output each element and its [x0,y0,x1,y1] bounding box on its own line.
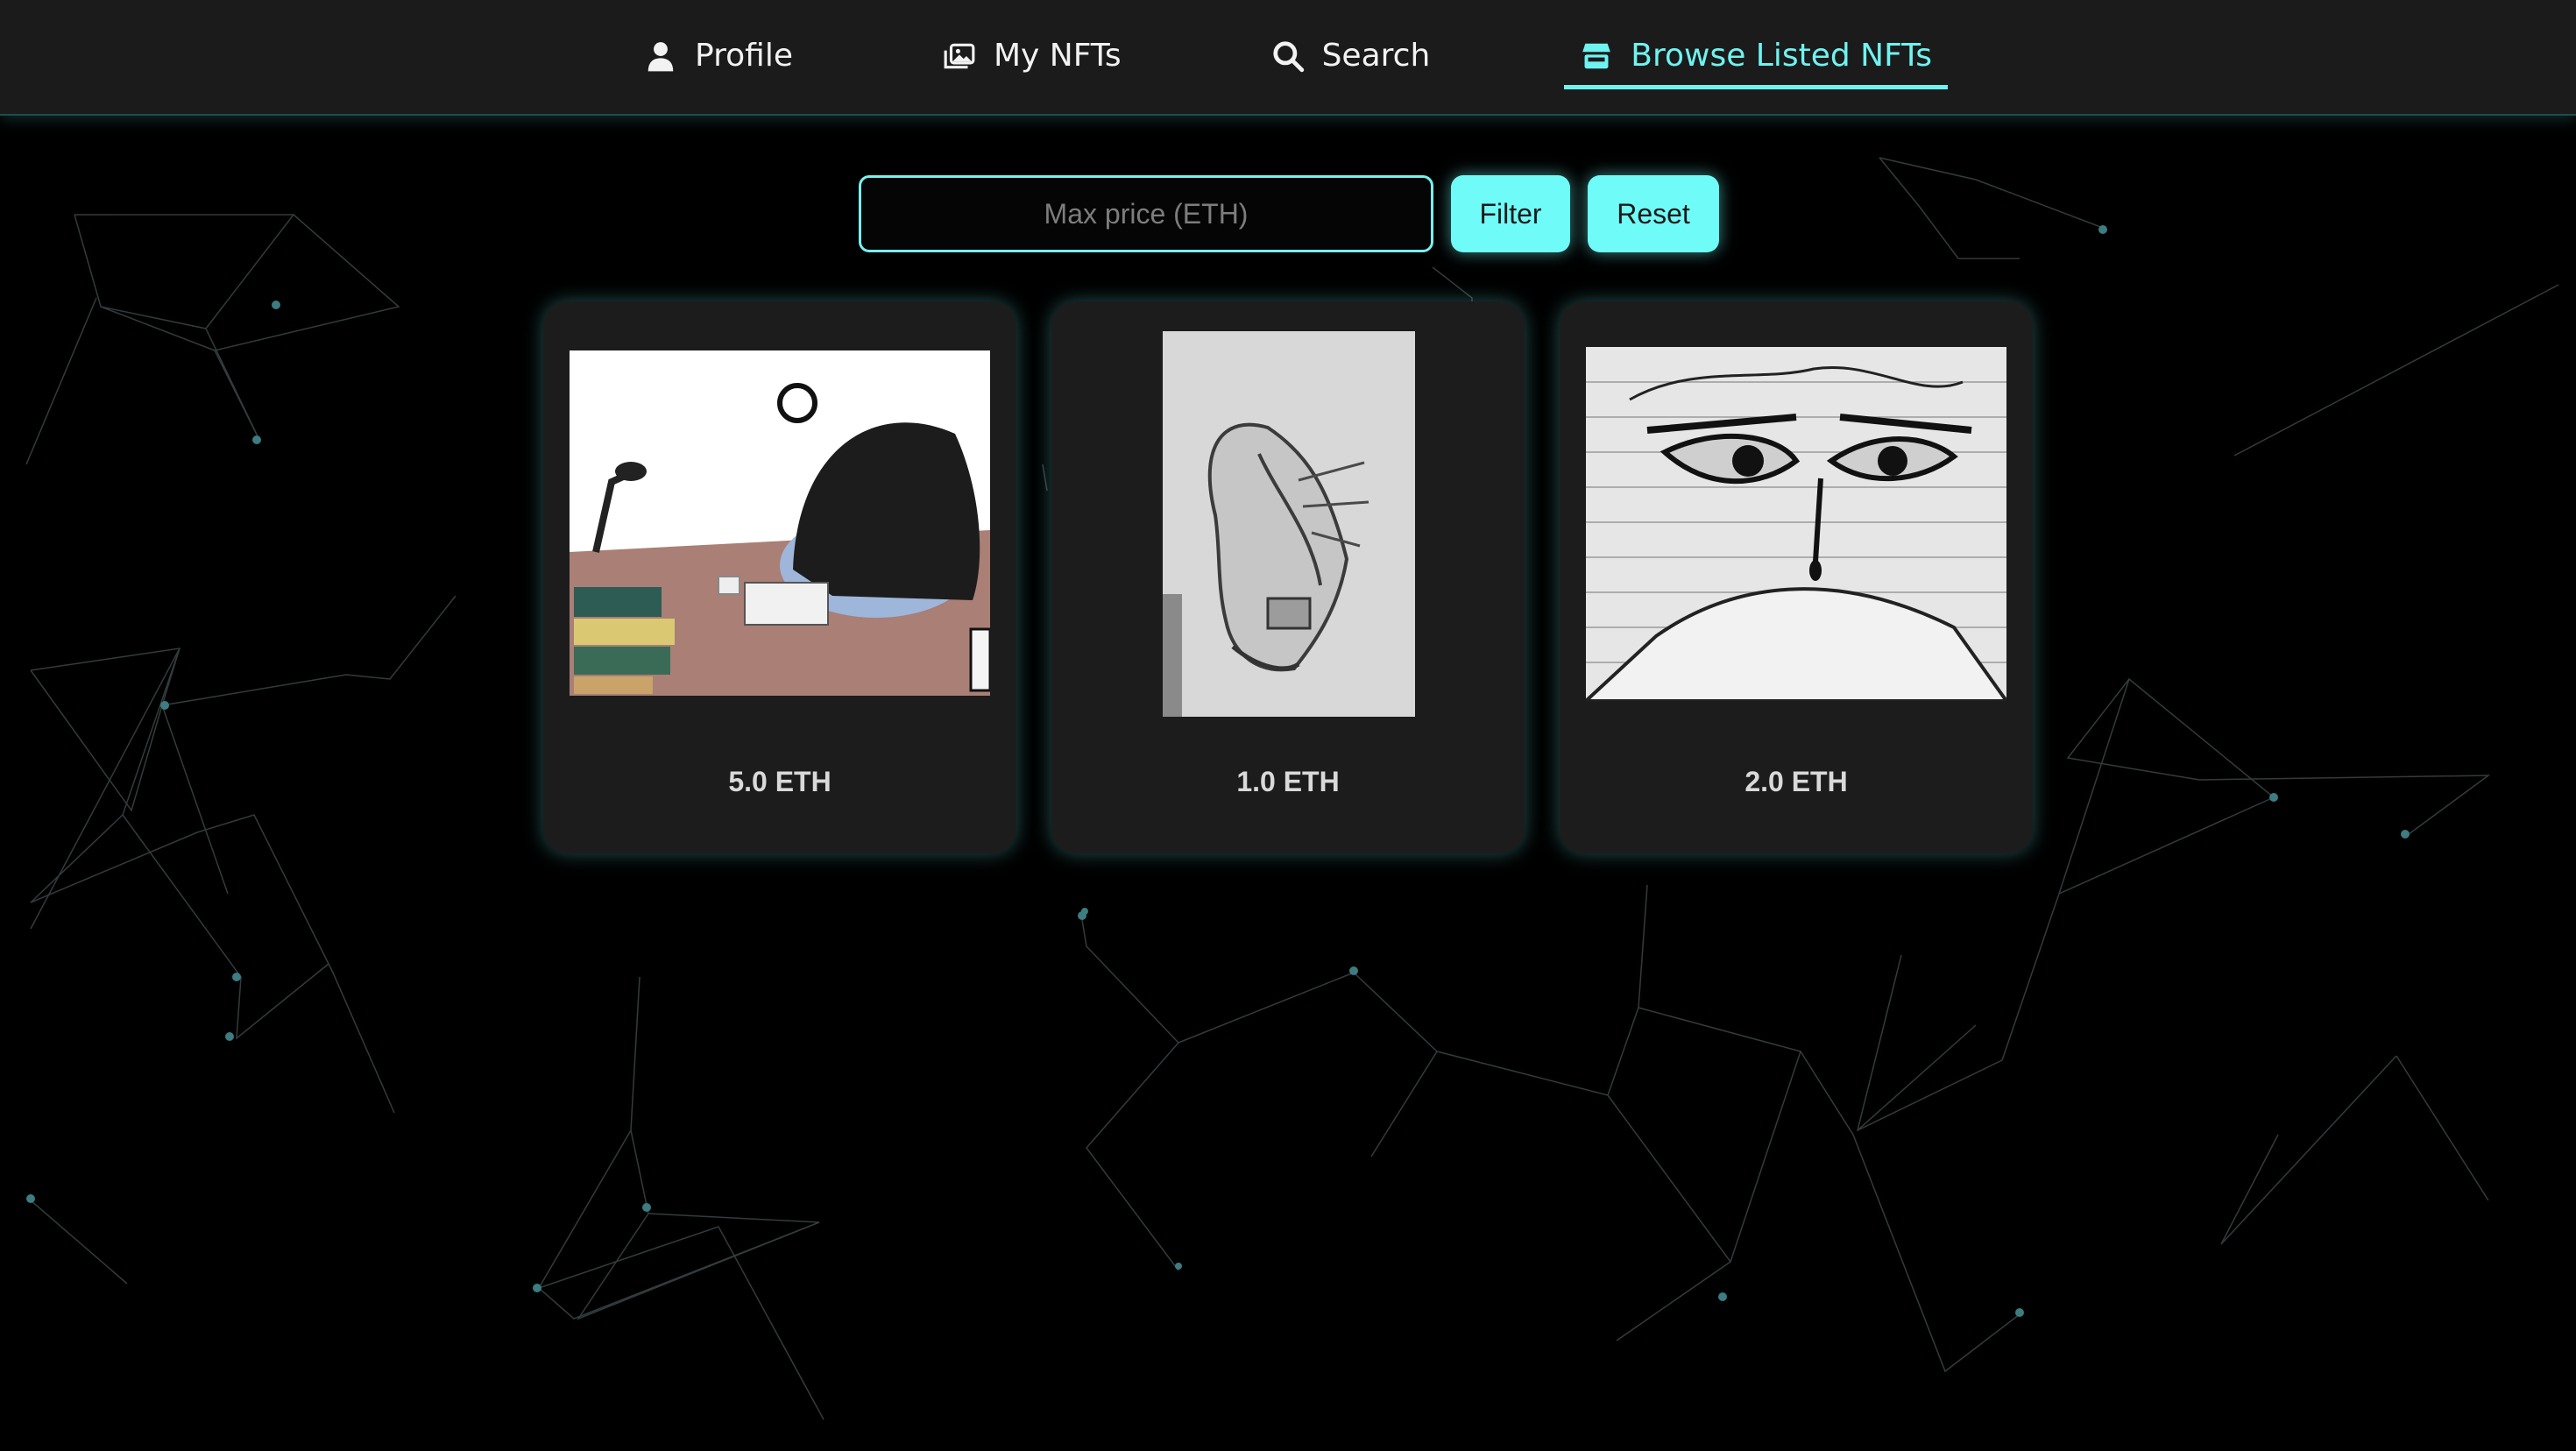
price-filter-bar: Filter Reset [859,175,1719,252]
max-price-input[interactable] [859,175,1433,252]
nav-item-label: Search [1321,38,1431,74]
nft-image[interactable] [1163,331,1415,717]
nav-item-my-nfts[interactable]: My NFTs [927,25,1137,89]
page: Profile My NFTs Search Browse Listed NFT… [0,0,2576,1451]
filter-button[interactable]: Filter [1451,175,1570,252]
nav-item-label: Browse Listed NFTs [1631,38,1932,74]
images-icon [944,43,975,69]
nav-item-label: My NFTs [993,38,1122,74]
nav-item-label: Profile [695,38,793,74]
nft-card[interactable]: 5.0 ETH [543,301,1016,853]
nav-item-profile[interactable]: Profile [628,25,809,89]
nav-item-browse-listed-nfts[interactable]: Browse Listed NFTs [1564,25,1948,89]
nft-listing-grid: 5.0 ETH 1.0 ETH 2.0 ETH [543,301,2033,853]
store-icon [1582,43,1611,69]
nft-card[interactable]: 1.0 ETH [1051,301,1525,853]
nft-image[interactable] [1586,347,2006,701]
nft-image[interactable] [570,350,990,696]
nav-item-search[interactable]: Search [1256,25,1447,89]
user-icon [648,42,674,72]
top-navbar: Profile My NFTs Search Browse Listed NFT… [0,0,2576,116]
search-icon [1272,41,1304,73]
nft-price: 2.0 ETH [1744,766,1848,797]
nft-price: 1.0 ETH [1236,766,1340,797]
nft-price: 5.0 ETH [728,766,832,797]
nft-card[interactable]: 2.0 ETH [1560,301,2033,853]
reset-button[interactable]: Reset [1588,175,1719,252]
